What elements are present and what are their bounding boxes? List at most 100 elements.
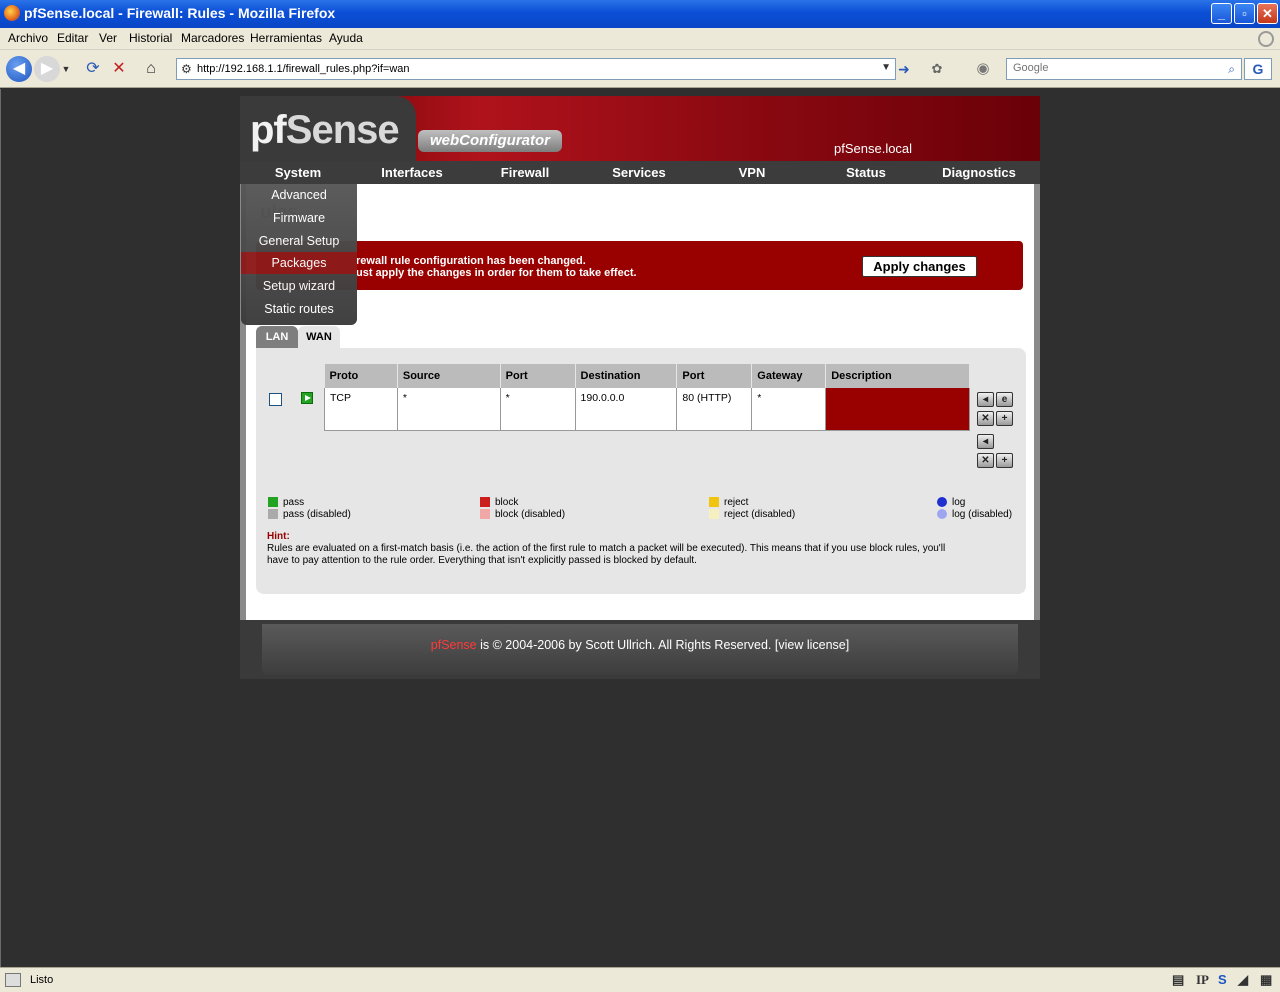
- menu-item-setup-wizard[interactable]: Setup wizard: [241, 275, 357, 297]
- edit-rule-icon[interactable]: e: [996, 392, 1013, 407]
- move-rule-icon[interactable]: ◂: [977, 392, 994, 407]
- back-button[interactable]: ◀: [6, 56, 32, 82]
- cell-source-port[interactable]: *: [500, 388, 576, 431]
- cell-gateway[interactable]: *: [751, 388, 827, 431]
- nav-interfaces[interactable]: Interfaces: [355, 165, 469, 180]
- cell-description[interactable]: [825, 388, 970, 431]
- search-box[interactable]: ⌕: [1006, 58, 1242, 80]
- col-dest-port: Port: [676, 364, 753, 388]
- window-title: pfSense.local - Firewall: Rules - Mozill…: [24, 5, 336, 21]
- nav-firewall[interactable]: Firewall: [468, 165, 582, 180]
- col-source-port: Port: [500, 364, 576, 388]
- footer-brand-link[interactable]: pfSense: [431, 638, 477, 652]
- home-icon[interactable]: ⌂: [138, 56, 164, 82]
- col-description: Description: [825, 364, 970, 388]
- search-input[interactable]: [1013, 62, 1213, 74]
- menu-historial[interactable]: Historial: [129, 31, 172, 45]
- legend-pass: pass: [283, 497, 305, 508]
- pass-rule-icon[interactable]: [301, 392, 313, 404]
- search-icon[interactable]: ⌕: [1228, 62, 1235, 77]
- rule-select-checkbox[interactable]: [269, 393, 282, 406]
- menu-item-firmware[interactable]: Firmware: [241, 207, 357, 229]
- col-proto: Proto: [324, 364, 398, 388]
- alert-line-1: rewall rule configuration has been chang…: [356, 255, 586, 267]
- nav-diagnostics[interactable]: Diagnostics: [922, 165, 1036, 180]
- delete-selected-icon[interactable]: ✕: [977, 453, 994, 468]
- cell-destination[interactable]: 190.0.0.0: [575, 388, 678, 431]
- search-engine-selector[interactable]: G: [1244, 58, 1272, 80]
- tab-lan[interactable]: LAN: [256, 326, 298, 348]
- add-new-rule-icon[interactable]: +: [996, 453, 1013, 468]
- menu-archivo[interactable]: Archivo: [8, 31, 48, 45]
- menu-herramientas[interactable]: Herramientas: [250, 31, 322, 45]
- menu-ver[interactable]: Ver: [99, 31, 117, 45]
- menu-item-static-routes[interactable]: Static routes: [241, 298, 357, 320]
- apply-changes-button[interactable]: Apply changes: [862, 256, 977, 277]
- col-source: Source: [397, 364, 501, 388]
- menubar: Archivo Editar Ver Historial Marcadores …: [0, 28, 1280, 50]
- tray-icon-2[interactable]: ◢: [1238, 972, 1248, 988]
- minimize-button[interactable]: _: [1211, 3, 1232, 24]
- address-bar[interactable]: ⚙ ▼: [176, 58, 896, 80]
- throbber-icon: [1258, 31, 1274, 47]
- block-legend-icon: [480, 497, 490, 507]
- url-input[interactable]: [197, 61, 877, 77]
- tab-wan[interactable]: WAN: [298, 326, 340, 348]
- reject-legend-icon: [709, 497, 719, 507]
- ip-icon[interactable]: IP: [1196, 972, 1209, 988]
- menu-marcadores[interactable]: Marcadores: [181, 31, 244, 45]
- go-arrow-icon[interactable]: ➜: [898, 61, 910, 78]
- hostname-label: pfSense.local: [834, 141, 913, 156]
- extension-icon[interactable]: ✿: [924, 56, 950, 82]
- col-destination: Destination: [575, 364, 678, 388]
- maximize-button[interactable]: ▫: [1234, 3, 1255, 24]
- hint-title: Hint:: [267, 531, 290, 542]
- menu-ayuda[interactable]: Ayuda: [329, 31, 363, 45]
- close-window-button[interactable]: ✕: [1257, 3, 1278, 24]
- nav-system[interactable]: System: [241, 165, 355, 180]
- move-end-icon[interactable]: ◂: [977, 434, 994, 449]
- tray-icon-3[interactable]: ▦: [1260, 972, 1272, 988]
- table-row[interactable]: TCP * * 190.0.0.0 80 (HTTP) *: [324, 388, 970, 431]
- cell-dest-port[interactable]: 80 (HTTP): [676, 388, 753, 431]
- firefox-icon: [4, 5, 20, 21]
- url-dropdown-icon[interactable]: ▼: [881, 62, 891, 73]
- legend-block-disabled: block (disabled): [495, 509, 566, 520]
- delete-rule-icon[interactable]: ✕: [977, 411, 994, 426]
- stop-icon[interactable]: ✕: [106, 56, 132, 82]
- pass-disabled-legend-icon: [268, 509, 278, 519]
- add-rule-icon[interactable]: +: [996, 411, 1013, 426]
- logo-pf: pf: [250, 108, 287, 152]
- log-legend-icon: [937, 497, 947, 507]
- nav-vpn[interactable]: VPN: [695, 165, 809, 180]
- block-disabled-legend-icon: [480, 509, 490, 519]
- alert-line-2: ust apply the changes in order for them …: [356, 267, 637, 279]
- menu-editar[interactable]: Editar: [57, 31, 88, 45]
- forward-button[interactable]: ▶: [34, 56, 60, 82]
- s-icon[interactable]: S: [1218, 972, 1227, 987]
- top-navigation: System Interfaces Firewall Services VPN …: [240, 161, 1040, 184]
- addon-icon[interactable]: ◉: [970, 56, 996, 82]
- col-gateway: Gateway: [751, 364, 827, 388]
- webconfigurator-badge: webConfigurator: [418, 130, 562, 152]
- cell-source[interactable]: *: [397, 388, 501, 431]
- status-text: Listo: [30, 974, 54, 986]
- cell-proto[interactable]: TCP: [324, 388, 398, 431]
- reject-disabled-legend-icon: [709, 509, 719, 519]
- menu-item-advanced[interactable]: Advanced: [241, 184, 357, 206]
- page-status-icon: [5, 973, 21, 987]
- menu-item-general-setup[interactable]: General Setup: [241, 230, 357, 252]
- nav-status[interactable]: Status: [809, 165, 923, 180]
- pass-legend-icon: [268, 497, 278, 507]
- navigation-toolbar: ◀ ▶ ▼ ⟳ ✕ ⌂ ⚙ ▼ ➜ ✿ ◉ ⌕ G: [0, 50, 1280, 88]
- tray-icon-1[interactable]: ▤: [1172, 972, 1184, 988]
- legend-pass-disabled: pass (disabled): [283, 509, 351, 520]
- pfsense-logo[interactable]: pfSense: [250, 108, 400, 153]
- legend-block: block: [495, 497, 519, 508]
- history-dropdown-icon[interactable]: ▼: [60, 56, 72, 82]
- site-identity-icon: ⚙: [181, 62, 192, 76]
- legend-log-disabled: log (disabled): [952, 509, 1013, 520]
- menu-item-packages[interactable]: Packages: [241, 252, 357, 274]
- reload-icon[interactable]: ⟳: [80, 56, 106, 82]
- nav-services[interactable]: Services: [582, 165, 696, 180]
